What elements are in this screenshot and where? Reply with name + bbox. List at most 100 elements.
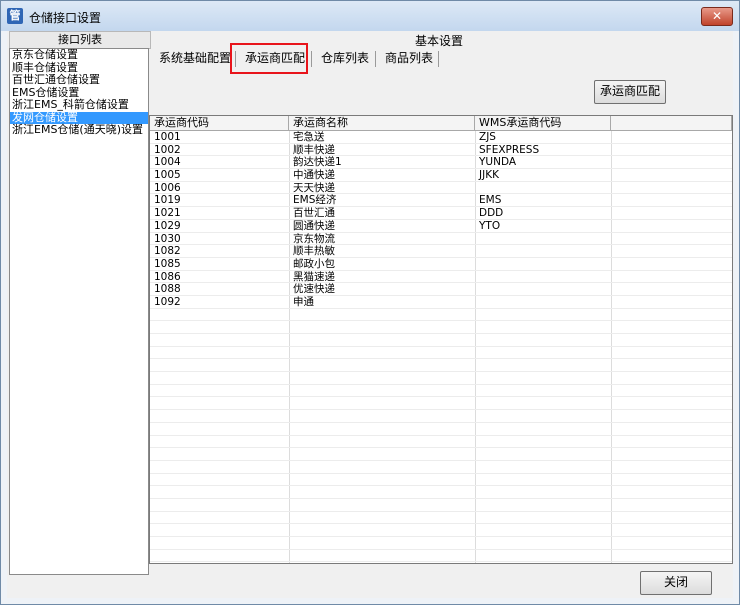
- table-row[interactable]: [150, 448, 732, 461]
- interface-list-item[interactable]: 百世汇通仓储设置: [10, 73, 148, 87]
- grid-column-header[interactable]: WMS承运商代码: [475, 116, 611, 130]
- table-row[interactable]: 1006 天天快递: [150, 182, 732, 195]
- window-close-button[interactable]: ✕: [701, 7, 733, 26]
- table-cell: 优速快递: [293, 283, 335, 296]
- grid-column-header[interactable]: 承运商代码: [150, 116, 289, 130]
- table-cell: 1085: [154, 257, 181, 270]
- table-cell: 顺丰热敏: [293, 245, 335, 258]
- table-row[interactable]: [150, 512, 732, 525]
- title-bar[interactable]: 管 仓储接口设置 ✕: [1, 1, 739, 31]
- carrier-match-button[interactable]: 承运商匹配: [594, 80, 666, 104]
- table-cell: YTO: [479, 219, 501, 232]
- table-cell: 1030: [154, 232, 181, 245]
- tab-0[interactable]: 系统基础配置: [157, 47, 233, 69]
- table-cell: 黑猫速递: [293, 270, 335, 283]
- table-cell: 1086: [154, 270, 181, 283]
- interface-list[interactable]: 京东仓储设置 顺丰仓储设置 百世汇通仓储设置 EMS仓储设置 浙江EMS_科箭仓储设置发…: [9, 48, 149, 575]
- table-cell: [475, 283, 611, 296]
- table-cell: [475, 271, 611, 284]
- table-row[interactable]: 1002 顺丰快递 SFEXPRESS: [150, 144, 732, 157]
- table-cell: SFEXPRESS: [479, 143, 540, 156]
- table-row[interactable]: [150, 309, 732, 322]
- table-cell: 百世汇通: [293, 207, 335, 220]
- interface-list-item[interactable]: 浙江EMS仓储(通天晓)设置: [10, 123, 148, 137]
- table-row[interactable]: [150, 385, 732, 398]
- table-row[interactable]: [150, 436, 732, 449]
- table-row[interactable]: [150, 550, 732, 563]
- table-cell: ZJS: [479, 131, 496, 143]
- table-cell: EMS经济: [293, 194, 337, 207]
- table-row[interactable]: 1029 圆通快递 YTO: [150, 220, 732, 233]
- table-row[interactable]: 1019 EMS经济 EMS: [150, 194, 732, 208]
- table-cell: 天天快递: [293, 181, 335, 194]
- table-cell: 京东物流: [293, 232, 335, 245]
- table-cell: 顺丰快递: [293, 143, 335, 156]
- table-cell: [475, 233, 611, 246]
- table-row[interactable]: [150, 397, 732, 411]
- tab-separator: [311, 51, 312, 67]
- dialog-content: 接口列表 京东仓储设置 顺丰仓储设置 百世汇通仓储设置 EMS仓储设置 浙江EMS_科箭…: [7, 31, 733, 598]
- table-row[interactable]: [150, 423, 732, 436]
- table-row[interactable]: [150, 334, 732, 347]
- tab-3[interactable]: 商品列表: [383, 47, 435, 69]
- tab-separator: [375, 51, 376, 67]
- table-cell: 1005: [154, 169, 181, 182]
- table-row[interactable]: 1085 邮政小包: [150, 258, 732, 271]
- table-row[interactable]: [150, 524, 732, 537]
- table-row[interactable]: 1001 宅急送 ZJS: [150, 131, 732, 144]
- grid-header: 承运商代码 承运商名称 WMS承运商代码: [150, 116, 732, 131]
- table-cell: [475, 182, 611, 195]
- table-row[interactable]: [150, 474, 732, 487]
- table-row[interactable]: [150, 461, 732, 474]
- table-cell: 邮政小包: [293, 257, 335, 270]
- window-title: 仓储接口设置: [29, 11, 102, 25]
- table-cell: 1006: [154, 181, 181, 194]
- close-button[interactable]: 关闭: [640, 571, 712, 595]
- app-icon: 管: [7, 8, 23, 24]
- table-row[interactable]: 1030 京东物流: [150, 233, 732, 246]
- interface-list-item[interactable]: 京东仓储设置: [10, 49, 148, 62]
- interface-list-item[interactable]: 浙江EMS_科箭仓储设置: [10, 98, 148, 112]
- table-row[interactable]: [150, 486, 732, 499]
- table-cell: 1082: [154, 245, 181, 258]
- table-row[interactable]: [150, 321, 732, 334]
- table-cell: 1029: [154, 219, 181, 232]
- table-cell: DDD: [479, 207, 504, 220]
- table-row[interactable]: 1086 黑猫速递: [150, 271, 732, 284]
- table-cell: [475, 258, 611, 271]
- dialog-window: 管 仓储接口设置 ✕ 接口列表 京东仓储设置 顺丰仓储设置 百世汇通仓储设置 EMS仓…: [0, 0, 740, 605]
- table-cell: 1021: [154, 207, 181, 220]
- table-cell: [475, 296, 611, 309]
- tab-2[interactable]: 仓库列表: [319, 47, 371, 69]
- table-cell: JJKK: [479, 169, 499, 182]
- table-row[interactable]: 1088 优速快递: [150, 283, 732, 296]
- table-row[interactable]: 1005 中通快递 JJKK: [150, 169, 732, 182]
- table-row[interactable]: 1004 韵达快递1 YUNDA: [150, 156, 732, 170]
- table-cell: 中通快递: [293, 169, 335, 182]
- table-row[interactable]: [150, 537, 732, 550]
- table-cell: 1004: [154, 156, 181, 169]
- grid-column-header[interactable]: 承运商名称: [289, 116, 475, 130]
- table-cell: 韵达快递1: [293, 156, 342, 169]
- table-row[interactable]: 1021 百世汇通 DDD: [150, 207, 732, 220]
- table-row[interactable]: 1092 申通: [150, 296, 732, 309]
- table-cell: 1088: [154, 283, 181, 296]
- table-cell: 1019: [154, 194, 181, 207]
- table-cell: 圆通快递: [293, 219, 335, 232]
- table-cell: 申通: [293, 295, 314, 308]
- tab-separator: [438, 51, 439, 67]
- carrier-grid[interactable]: 承运商代码 承运商名称 WMS承运商代码 1001 宅急送 ZJS 1002 顺丰快递 SFE…: [149, 115, 733, 564]
- table-row[interactable]: [150, 347, 732, 360]
- table-row[interactable]: [150, 372, 732, 385]
- table-cell: 宅急送: [293, 131, 325, 143]
- grid-body: 1001 宅急送 ZJS 1002 顺丰快递 SFEXPRESS 1004 韵达快递1 YUND…: [150, 131, 732, 563]
- active-tab-highlight: [230, 43, 308, 74]
- table-cell: 1092: [154, 295, 181, 308]
- grid-column-header[interactable]: [611, 116, 732, 130]
- table-row[interactable]: [150, 499, 732, 512]
- table-cell: 1001: [154, 131, 181, 143]
- table-row[interactable]: 1082 顺丰热敏: [150, 245, 732, 258]
- table-cell: [475, 245, 611, 258]
- table-row[interactable]: [150, 359, 732, 373]
- table-row[interactable]: [150, 410, 732, 423]
